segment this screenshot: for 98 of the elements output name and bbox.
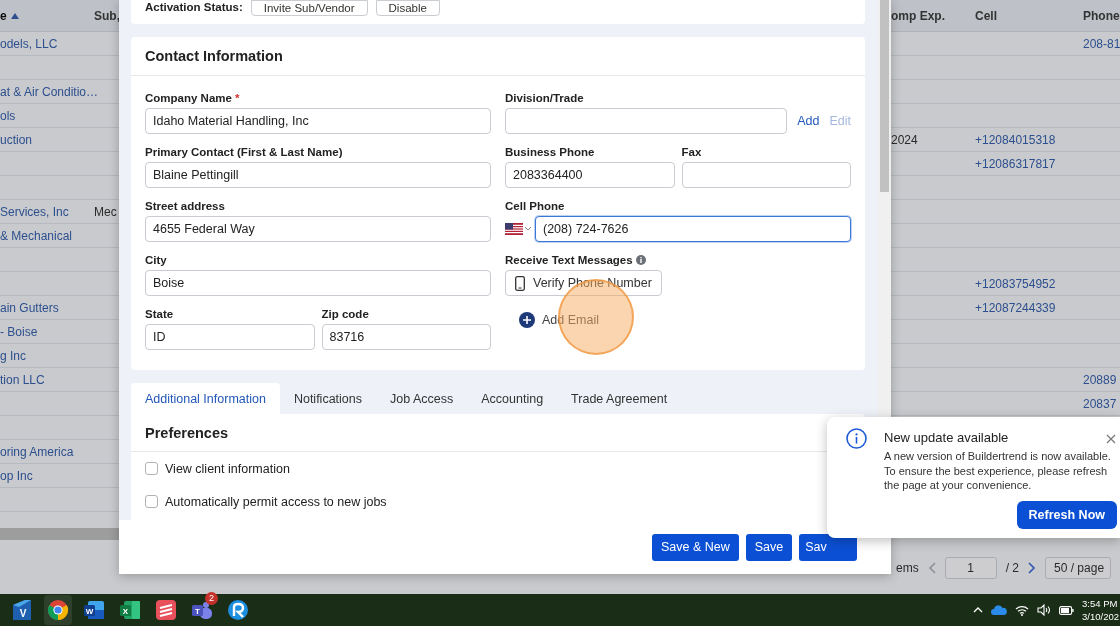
field-label: State <box>145 307 174 322</box>
taskbar-button[interactable] <box>44 595 72 625</box>
swoosh-circle-icon <box>227 599 249 621</box>
text-field[interactable]: (208) 724-7626 <box>535 216 851 242</box>
tab[interactable]: Job Access <box>376 383 468 414</box>
company-link[interactable]: ain Gutters <box>0 300 59 315</box>
phone-link[interactable]: 20889 <box>1083 372 1117 387</box>
refresh-now-button[interactable]: Refresh Now <box>1016 500 1117 529</box>
field-label: Cell Phone <box>505 199 565 214</box>
field-label: Primary Contact (First & Last Name) <box>145 145 343 160</box>
battery-icon[interactable] <box>1059 605 1074 615</box>
text-field[interactable]: Boise <box>145 270 491 296</box>
scrollbar-thumb[interactable] <box>880 0 889 192</box>
plus-circle-icon[interactable] <box>519 312 535 328</box>
browser-icon <box>47 599 69 621</box>
save-button[interactable]: Sav <box>799 533 857 561</box>
wifi-icon[interactable] <box>1015 604 1029 616</box>
text-field[interactable]: 2083364400 <box>505 162 675 188</box>
checkbox[interactable] <box>145 462 158 475</box>
checkbox-label: Automatically permit access to new jobs <box>165 494 387 509</box>
column-header[interactable]: Phone <box>1083 8 1120 23</box>
close-icon[interactable] <box>1106 434 1116 444</box>
phone-link[interactable]: 20837 <box>1083 396 1117 411</box>
text-field[interactable]: Idaho Material Handling, Inc <box>145 108 491 134</box>
page-size-select[interactable]: 50 / page <box>1045 557 1111 579</box>
company-link[interactable]: & Mechanical <box>0 228 73 243</box>
field-label: Business Phone <box>505 145 595 160</box>
caret-icon <box>525 227 531 231</box>
table-cell: Mec <box>94 204 117 219</box>
field-label: Zip code <box>321 307 369 322</box>
phone-link[interactable]: +12083754952 <box>975 276 1056 291</box>
save-button[interactable]: Save & New <box>652 533 739 561</box>
country-select[interactable] <box>505 223 531 235</box>
company-link[interactable]: tion LLC <box>0 372 45 387</box>
column-header[interactable]: Cell <box>975 8 997 23</box>
taskbar-button[interactable]: T 2 <box>188 595 216 625</box>
tab[interactable]: Notifications <box>279 383 376 414</box>
field-label: Division/Trade <box>505 91 584 106</box>
toast-message: A new version of Buildertrend is now available. To ensure the best experience, please refresh the page at your convenience. <box>884 449 1112 493</box>
info-icon <box>846 428 867 449</box>
text-field[interactable]: 83716 <box>321 324 491 350</box>
company-link[interactable]: uction <box>0 132 33 147</box>
cloud-icon[interactable] <box>991 605 1007 615</box>
phone-link[interactable]: +12084015318 <box>975 132 1056 147</box>
text-field[interactable]: 4655 Federal Way <box>145 216 491 242</box>
section-title: Contact Information <box>145 48 283 64</box>
speaker-icon[interactable] <box>1037 604 1051 616</box>
company-link[interactable]: - Boise <box>0 324 38 339</box>
tab[interactable]: Trade Agreement <box>557 383 682 414</box>
text-field[interactable]: ID <box>145 324 315 350</box>
status-button[interactable]: Invite Sub/Vendor <box>250 0 368 16</box>
activation-status-label: Activation Status: <box>145 0 243 14</box>
clock-date[interactable]: 3/10/202 <box>1082 610 1119 623</box>
tab[interactable]: Accounting <box>467 383 558 414</box>
scrollbar-thumb[interactable] <box>0 528 119 540</box>
company-link[interactable]: g Inc <box>0 348 26 363</box>
tab[interactable]: Additional Information <box>131 383 280 414</box>
clock-time[interactable]: 3:54 PM <box>1082 597 1118 610</box>
company-link[interactable]: Services, Inc <box>0 204 69 219</box>
company-link[interactable]: op Inc <box>0 468 33 483</box>
phone-link[interactable]: +12087244339 <box>975 300 1056 315</box>
text-field[interactable] <box>505 108 788 134</box>
table-cell: 2024 <box>891 132 918 147</box>
sort-caret-icon <box>10 12 19 19</box>
phone-link[interactable]: +12086317817 <box>975 156 1056 171</box>
page-number-field[interactable]: 1 <box>944 557 997 579</box>
company-link[interactable]: ols <box>0 108 16 123</box>
toast-title: New update available <box>884 429 1009 447</box>
field-label: Receive Text Messages <box>505 253 633 268</box>
status-button[interactable]: Disable <box>375 0 440 16</box>
save-button[interactable]: Save <box>745 533 793 561</box>
text-field[interactable] <box>681 162 851 188</box>
page-total-text: / 2 <box>1005 561 1019 575</box>
info-icon[interactable] <box>635 255 646 265</box>
required-mark: * <box>234 91 240 106</box>
text-field[interactable]: Blaine Pettingill <box>145 162 491 188</box>
column-header[interactable]: Sub, <box>94 8 120 23</box>
items-count-text: ems <box>896 561 919 575</box>
field-label: Street address <box>145 199 225 214</box>
section-title: Preferences <box>145 424 229 441</box>
verify-phone-button[interactable]: Verify Phone Number <box>505 270 662 296</box>
checkbox-label: View client information <box>165 461 290 476</box>
flag-icon <box>505 223 523 235</box>
company-link[interactable]: odels, LLC <box>0 36 58 51</box>
column-header[interactable]: e <box>0 8 19 23</box>
phone-link[interactable]: 208-81 <box>1083 36 1120 51</box>
stripes-icon <box>155 599 177 621</box>
company-link[interactable]: at & Air Conditio… <box>0 84 99 99</box>
chevron-up-icon[interactable] <box>973 607 983 613</box>
phone-icon <box>515 275 525 291</box>
checkbox[interactable] <box>145 495 158 508</box>
field-label: Fax <box>681 145 702 160</box>
field-label: Company Name <box>145 91 232 106</box>
company-link[interactable]: oring America <box>0 444 74 459</box>
column-header[interactable]: omp Exp. <box>891 8 945 23</box>
field-label: City <box>145 253 167 268</box>
next-page-icon[interactable] <box>1028 562 1036 574</box>
text-link[interactable]: Add <box>797 114 820 128</box>
